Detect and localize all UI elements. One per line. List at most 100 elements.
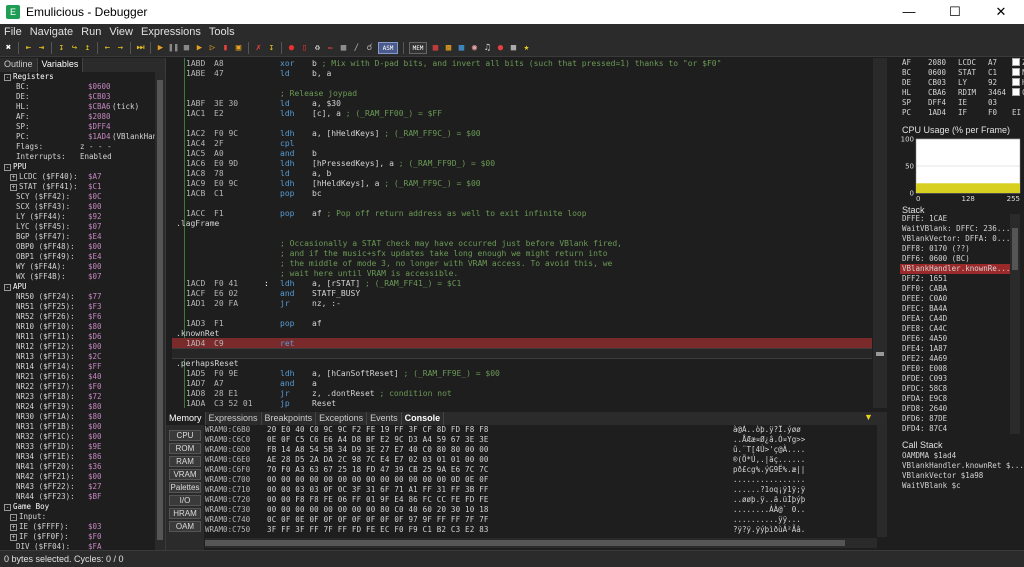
menu-expressions[interactable]: Expressions — [137, 26, 205, 38]
star-icon[interactable]: ★ — [521, 43, 532, 54]
maximize-button[interactable]: ☐ — [932, 0, 978, 24]
mem-oam-button[interactable]: OAM — [169, 521, 201, 532]
stack-entry[interactable]: DFE8: CA4C — [900, 324, 1010, 334]
variable-row[interactable]: NR24 ($FF19): $80 — [0, 402, 155, 412]
tab-exceptions[interactable]: Exceptions — [316, 412, 368, 425]
scrollbar-thumb[interactable] — [876, 352, 884, 356]
step-out-icon[interactable]: ↥ — [82, 43, 93, 54]
callstack-entry[interactable]: VBlankVector $1a98 — [900, 471, 1022, 481]
variable-row[interactable]: NR31 ($FF1B): $00 — [0, 422, 155, 432]
variable-row[interactable]: + IF ($FF0F): $F0 — [0, 532, 155, 542]
stack-list[interactable]: DFFE: 1CAE WaitVBlank: DFFC: 236... VBlank… — [900, 214, 1010, 434]
stack-entry[interactable]: DFEC: BA4A — [900, 304, 1010, 314]
stack-entry[interactable]: DFDC: 58C8 — [900, 384, 1010, 394]
disassembly-scrollbar[interactable] — [873, 58, 887, 408]
variable-row[interactable]: NR10 ($FF10): $80 — [0, 322, 155, 332]
tab-expressions[interactable]: Expressions — [206, 412, 262, 425]
scrollbar-thumb[interactable] — [157, 80, 163, 540]
variables-scrollbar[interactable] — [155, 72, 165, 550]
memory-view-button[interactable]: MEM — [409, 42, 427, 54]
variable-row[interactable]: OBP1 ($FF49): $E4 — [0, 252, 155, 262]
tab-events[interactable]: Events — [367, 412, 402, 425]
palette-viewer-icon[interactable]: ▦ — [456, 43, 467, 54]
variable-row[interactable]: NR44 ($FF23): $BF — [0, 492, 155, 502]
memory-row[interactable]: WRAM0:C740 0C 0F 0E 0F 0F 0F 0F 0F 0F 0F … — [205, 515, 877, 525]
stack-entry[interactable]: DFF0: CABA — [900, 284, 1010, 294]
tile-icon[interactable]: ∕ — [351, 43, 362, 54]
screenshot-icon[interactable]: ▣ — [233, 43, 244, 54]
reset-icon[interactable]: ▮ — [220, 43, 231, 54]
scrollbar-thumb[interactable] — [1012, 228, 1018, 270]
mem-cpu-button[interactable]: CPU — [169, 430, 201, 441]
memory-row[interactable]: WRAM0:C6D0 FB 14 A8 54 5B 34 D9 3E 27 E7 … — [205, 445, 877, 455]
stack-entry[interactable]: WaitVBlank: DFFC: 236... — [900, 224, 1010, 234]
breakpoint-icon[interactable]: ● — [286, 43, 297, 54]
variable-row[interactable]: LYC ($FF45): $07 — [0, 222, 155, 232]
mem-hram-button[interactable]: HRAM — [169, 508, 201, 519]
memory-row[interactable]: WRAM0:C700 00 00 00 00 00 00 00 00 00 00 … — [205, 475, 877, 485]
mem-palettes-button[interactable]: Palettes — [169, 482, 201, 493]
minimize-button[interactable]: — — [886, 0, 932, 24]
mem-io-button[interactable]: I/O — [169, 495, 201, 506]
variable-row[interactable]: BGP ($FF47): $E4 — [0, 232, 155, 242]
variable-row[interactable]: NR41 ($FF20): $36 — [0, 462, 155, 472]
pause-icon[interactable]: ❚❚ — [168, 43, 179, 54]
variable-row[interactable]: NR43 ($FF22): $27 — [0, 482, 155, 492]
stop-icon[interactable]: ■ — [181, 43, 192, 54]
stack-entry[interactable]: DFF6: 0600 (BC) — [900, 254, 1010, 264]
collapse-icon[interactable]: - — [4, 163, 11, 171]
variable-row[interactable]: DIV ($FF04): $FA — [0, 542, 155, 550]
collapse-icon[interactable]: - — [10, 513, 17, 521]
memory-row[interactable]: WRAM0:C730 00 00 00 00 00 00 00 00 80 C0 … — [205, 505, 877, 515]
memory-row[interactable]: WRAM0:C6B0 20 E0 40 C0 9C 9C F2 FE 19 FF … — [205, 425, 877, 435]
flag-checkbox[interactable] — [1012, 88, 1020, 96]
variable-row[interactable]: Interrupts: Enabled — [0, 152, 155, 162]
variable-row[interactable]: SCX ($FF43): $00 — [0, 202, 155, 212]
disassembly-view[interactable]: 1ABD A8 xor b ; Mix with D-pad bits, and in… — [172, 58, 887, 408]
asm-toggle-button[interactable]: ASM — [378, 42, 398, 54]
tab-outline[interactable]: Outline — [0, 58, 38, 72]
tab-variables[interactable]: Variables — [37, 58, 84, 72]
stack-entry[interactable]: DFD8: 2640 — [900, 404, 1010, 414]
stack-scrollbar[interactable] — [1010, 214, 1020, 434]
menu-navigate[interactable]: Navigate — [26, 26, 77, 38]
variable-row[interactable]: NR14 ($FF14): $FF — [0, 362, 155, 372]
variable-row[interactable]: NR50 ($FF24): $77 — [0, 292, 155, 302]
variable-row[interactable]: WX ($FF4B): $07 — [0, 272, 155, 282]
coverage-icon[interactable]: ▦ — [338, 43, 349, 54]
menu-file[interactable]: File — [0, 26, 26, 38]
expand-icon[interactable]: + — [10, 173, 17, 181]
step-back-icon[interactable]: ⇤ — [23, 43, 34, 54]
callstack-entry[interactable]: VBlankHandler.knownRet $... — [900, 461, 1024, 471]
flag-checkbox[interactable] — [1012, 68, 1020, 76]
step-over-icon[interactable]: ↪ — [69, 43, 80, 54]
pin-icon[interactable]: ▼ — [864, 412, 873, 422]
variable-row[interactable]: LY ($FF44): $92 — [0, 212, 155, 222]
memory-row[interactable]: WRAM0:C6F0 70 F0 A3 63 67 25 18 FD 47 39 … — [205, 465, 877, 475]
flag-checkbox[interactable] — [1012, 78, 1020, 86]
stack-entry[interactable]: DFEA: CA4D — [900, 314, 1010, 324]
variable-row[interactable]: OBP0 ($FF48): $00 — [0, 242, 155, 252]
stack-entry[interactable]: DFE6: 4A50 — [900, 334, 1010, 344]
variable-row[interactable]: - Input: — [0, 512, 155, 522]
callstack-list[interactable]: OAMDMA $1ad4 VBlankHandler.knownRet $... V… — [900, 451, 1024, 549]
variable-row[interactable]: NR11 ($FF11): $D6 — [0, 332, 155, 342]
search-icon[interactable]: ☌ — [364, 43, 375, 54]
variable-row[interactable]: NR32 ($FF1C): $00 — [0, 432, 155, 442]
collapse-icon[interactable]: - — [4, 283, 11, 291]
menu-run[interactable]: Run — [77, 26, 105, 38]
stack-entry[interactable]: DFEE: C0A0 — [900, 294, 1010, 304]
variable-row[interactable]: NR22 ($FF17): $F0 — [0, 382, 155, 392]
mem-rom-button[interactable]: ROM — [169, 443, 201, 454]
variable-row[interactable]: - PPU — [0, 162, 155, 172]
trace-icon[interactable]: ✏ — [325, 43, 336, 54]
stack-entry[interactable]: DFDE: C093 — [900, 374, 1010, 384]
variable-row[interactable]: NR33 ($FF1D): $9E — [0, 442, 155, 452]
expand-icon[interactable]: + — [10, 533, 17, 541]
memory-view[interactable]: WRAM0:C6B0 20 E0 40 C0 9C 9C F2 FE 19 FF … — [205, 425, 877, 537]
variable-row[interactable]: - Game Boy — [0, 502, 155, 512]
color-palette-icon[interactable]: ◉ — [469, 43, 480, 54]
variable-row[interactable]: BC: $0600 — [0, 82, 155, 92]
variable-row[interactable]: NR23 ($FF18): $72 — [0, 392, 155, 402]
menu-tools[interactable]: Tools — [205, 26, 239, 38]
